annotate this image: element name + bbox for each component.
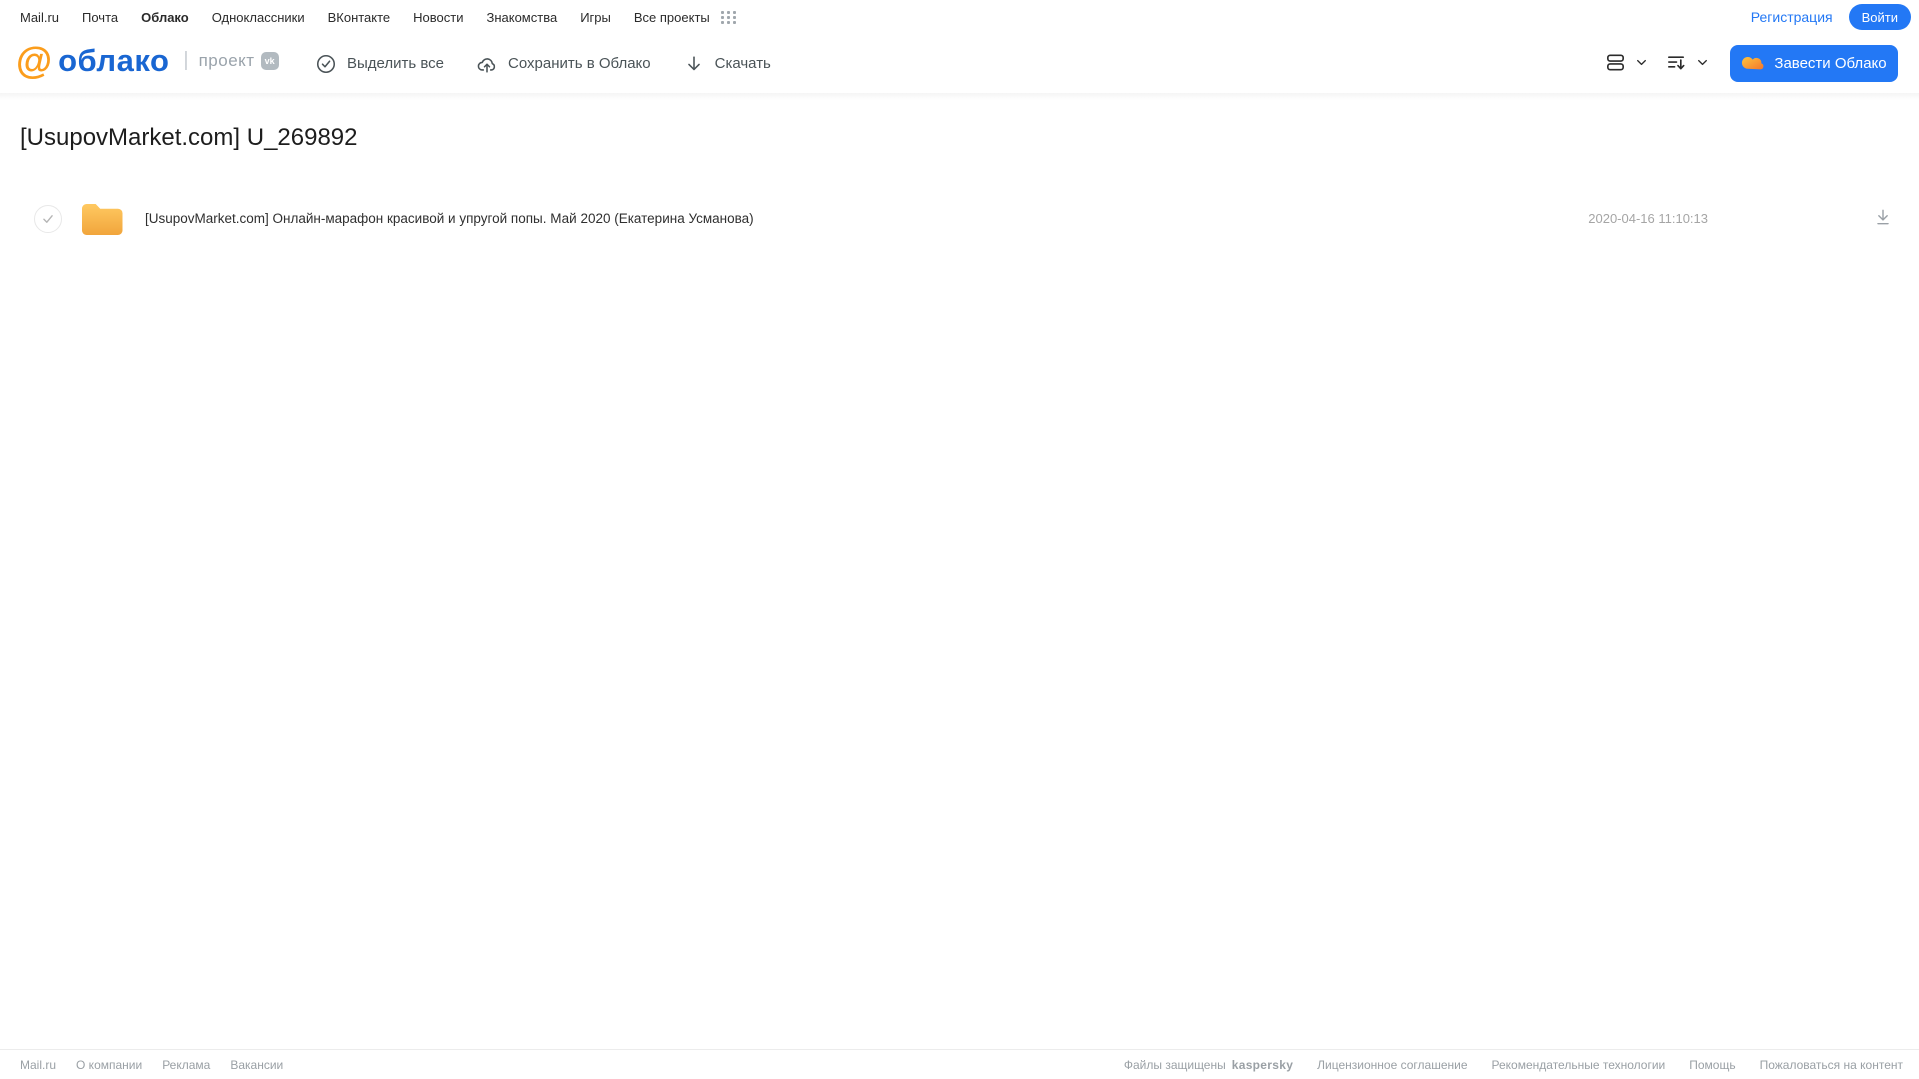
footer-ads-link[interactable]: Реклама [162, 1058, 210, 1072]
cloud-mailru-page: Mail.ru Почта Облако Одноклассники ВКонт… [0, 0, 1919, 1079]
footer: Mail.ru О компании Реклама Вакансии Файл… [0, 1049, 1919, 1079]
footer-left-links: Mail.ru О компании Реклама Вакансии [20, 1058, 283, 1072]
check-icon [43, 215, 53, 223]
footer-right-links: Файлы защищены kaspersky Лицензионное со… [1124, 1058, 1903, 1072]
sort-control[interactable] [1665, 51, 1709, 79]
nav-igry[interactable]: Игры [580, 10, 611, 25]
select-all-label: Выделить все [347, 55, 445, 72]
footer-mailru-link[interactable]: Mail.ru [20, 1058, 56, 1072]
top-navigation: Mail.ru Почта Облако Одноклассники ВКонт… [0, 0, 1919, 34]
project-label: проект [198, 50, 255, 70]
nav-mailru[interactable]: Mail.ru [20, 10, 59, 25]
check-circle-icon [315, 53, 337, 75]
row-download-icon[interactable] [1873, 207, 1893, 232]
download-button[interactable]: Скачать [683, 53, 771, 75]
footer-help-link[interactable]: Помощь [1689, 1058, 1735, 1072]
toolbar-actions: Выделить все Сохранить в Облако Скачать [315, 34, 771, 93]
footer-license-link[interactable]: Лицензионное соглашение [1317, 1058, 1467, 1072]
footer-about-link[interactable]: О компании [76, 1058, 142, 1072]
footer-report-link[interactable]: Пожаловаться на контент [1760, 1058, 1903, 1072]
folder-name-link[interactable]: [UsupovMarket.com] Онлайн-марафон красив… [145, 211, 754, 226]
cloud-logo[interactable]: @ облако | проект vk [16, 42, 279, 79]
rows-view-icon [1604, 51, 1627, 79]
header-toolbar: @ облако | проект vk Выделить все Сохран… [0, 34, 1919, 93]
save-to-cloud-label: Сохранить в Облако [508, 55, 651, 72]
sort-icon [1665, 51, 1688, 79]
create-cloud-button[interactable]: Завести Облако [1730, 45, 1898, 82]
page-title: [UsupovMarket.com] U_269892 [20, 124, 358, 151]
folder-icon [80, 200, 125, 243]
row-checkbox[interactable] [34, 205, 62, 233]
cloud-upload-icon [476, 53, 498, 75]
kaspersky-protected: Файлы защищены kaspersky [1124, 1058, 1293, 1072]
kaspersky-logo-link[interactable]: kaspersky [1232, 1058, 1293, 1072]
nav-novosti[interactable]: Новости [413, 10, 463, 25]
footer-recommendations-link[interactable]: Рекомендательные технологии [1492, 1058, 1666, 1072]
auth-area: Регистрация Войти [1751, 4, 1911, 30]
vk-badge-icon: vk [260, 51, 279, 70]
logo-text: облако [58, 43, 170, 78]
file-modified-date: 2020-04-16 11:10:13 [1588, 211, 1708, 226]
nav-odnoklassniki[interactable]: Одноклассники [212, 10, 305, 25]
file-row[interactable]: [UsupovMarket.com] Онлайн-марафон красив… [0, 197, 1919, 241]
all-projects-grid-icon[interactable] [720, 10, 737, 24]
download-arrow-icon [683, 53, 705, 75]
login-button[interactable]: Войти [1848, 4, 1911, 30]
select-all-button[interactable]: Выделить все [315, 53, 444, 75]
save-to-cloud-button[interactable]: Сохранить в Облако [476, 53, 651, 75]
nav-vkontakte[interactable]: ВКонтакте [328, 10, 391, 25]
logo-divider: | [183, 49, 189, 71]
nav-oblako[interactable]: Облако [141, 10, 189, 25]
create-cloud-label: Завести Облако [1774, 55, 1887, 72]
footer-jobs-link[interactable]: Вакансии [230, 1058, 283, 1072]
mailru-at-icon: @ [16, 40, 53, 81]
header-divider [0, 93, 1919, 100]
view-mode-control[interactable] [1604, 51, 1648, 79]
protected-label: Файлы защищены [1123, 1057, 1226, 1072]
chevron-down-icon [1635, 56, 1648, 74]
portal-links: Mail.ru Почта Облако Одноклассники ВКонт… [20, 10, 737, 25]
registration-link[interactable]: Регистрация [1751, 9, 1833, 25]
nav-znakomstva[interactable]: Знакомства [486, 10, 557, 25]
chevron-down-icon [1696, 56, 1709, 74]
download-label: Скачать [714, 55, 771, 72]
nav-all-projects[interactable]: Все проекты [634, 10, 710, 25]
header-right-controls: Завести Облако [1599, 34, 1919, 93]
cloud-icon [1741, 53, 1765, 74]
nav-pochta[interactable]: Почта [82, 10, 118, 25]
